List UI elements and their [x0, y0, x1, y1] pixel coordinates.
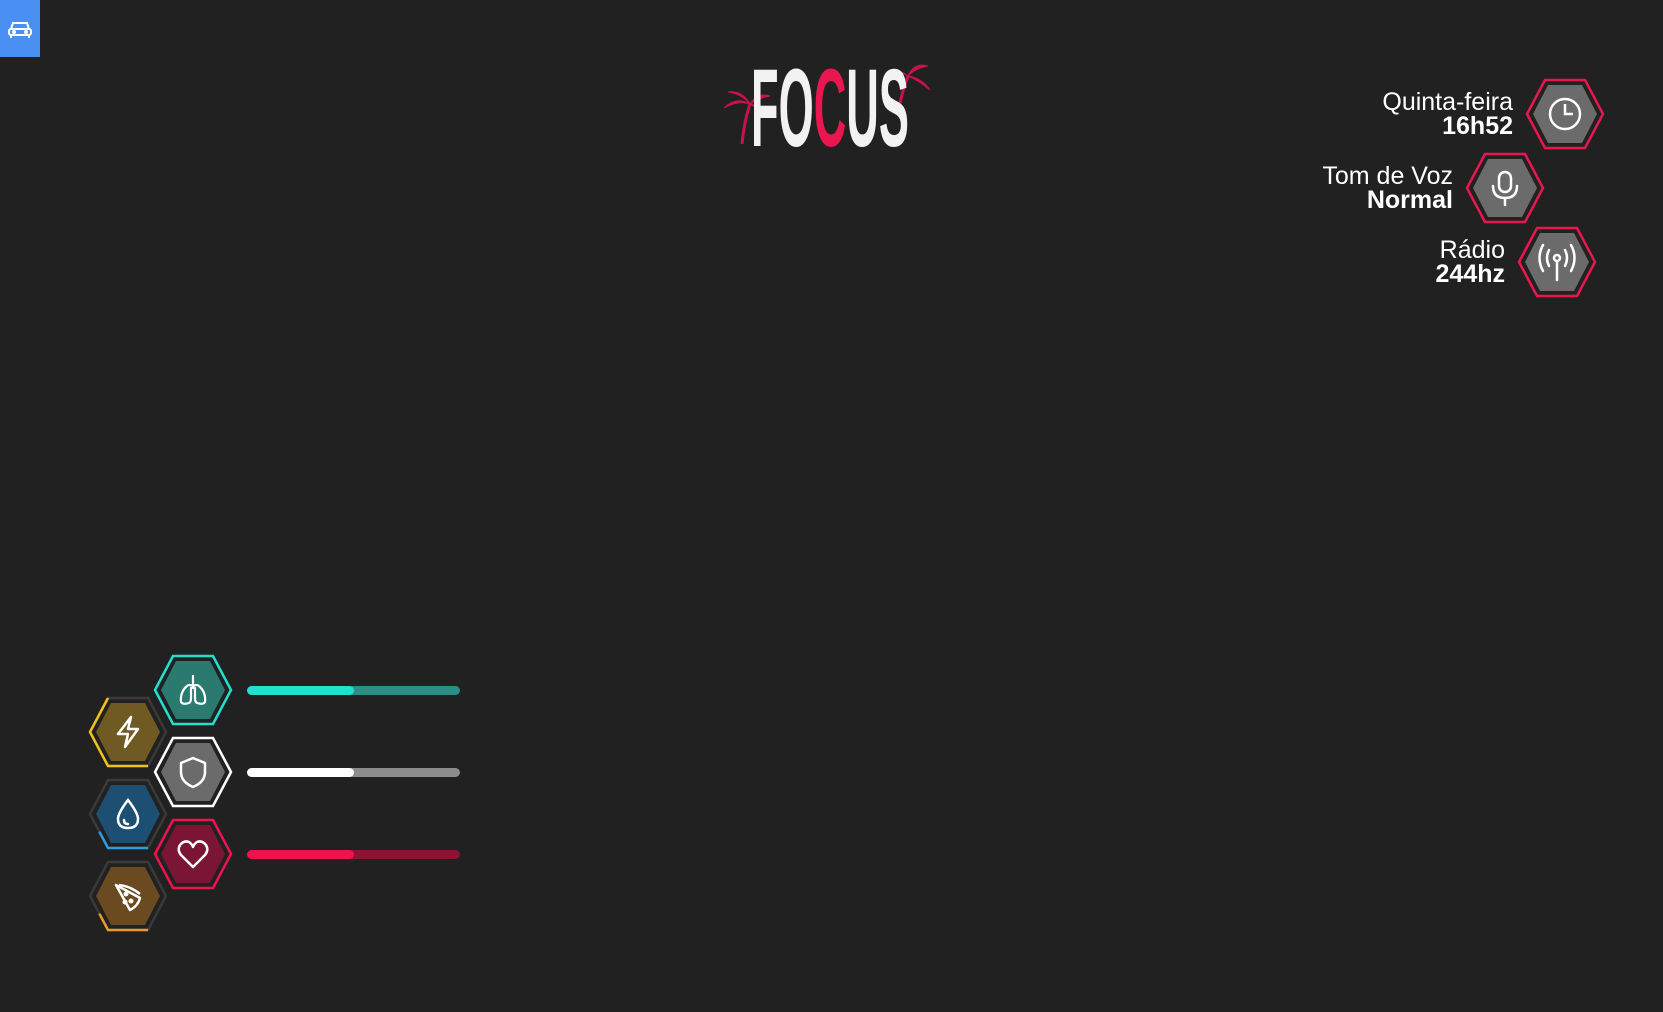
radio-label: Rádio — [1439, 236, 1505, 264]
voice-label: Tom de Voz — [1322, 162, 1453, 190]
time-value: 16h52 — [1442, 112, 1513, 140]
voice-value: Normal — [1366, 186, 1453, 214]
radio-value: 244hz — [1435, 260, 1505, 288]
vehicle-badge[interactable] — [0, 0, 40, 57]
radio-row: Rádio 244hz — [1436, 226, 1597, 298]
shield-icon — [179, 756, 207, 789]
health-bar-fill — [247, 850, 354, 859]
oxygen-bar — [247, 686, 460, 695]
thirst-hex — [88, 778, 168, 850]
microphone-hex — [1465, 152, 1545, 224]
server-logo: FOCUS — [720, 47, 940, 170]
clock-hex — [1525, 78, 1605, 150]
lungs-icon — [179, 674, 207, 705]
day-label: Quinta-feira — [1382, 88, 1513, 116]
water-drop-icon — [116, 797, 140, 830]
armor-bar-fill — [247, 768, 354, 777]
health-bar — [247, 850, 460, 859]
oxygen-bar-fill — [247, 686, 354, 695]
armor-bar — [247, 768, 460, 777]
heart-icon — [177, 840, 209, 869]
day-time-row: Quinta-feira 16h52 — [1382, 78, 1605, 150]
hunger-hex — [88, 860, 168, 932]
voice-row: Tom de Voz Normal — [1322, 152, 1545, 224]
stamina-hex — [88, 696, 168, 768]
lightning-icon — [116, 715, 140, 749]
radio-hex — [1517, 226, 1597, 298]
pizza-icon — [114, 883, 142, 912]
logo-text: FOCUS — [751, 52, 909, 156]
car-icon — [8, 21, 32, 38]
